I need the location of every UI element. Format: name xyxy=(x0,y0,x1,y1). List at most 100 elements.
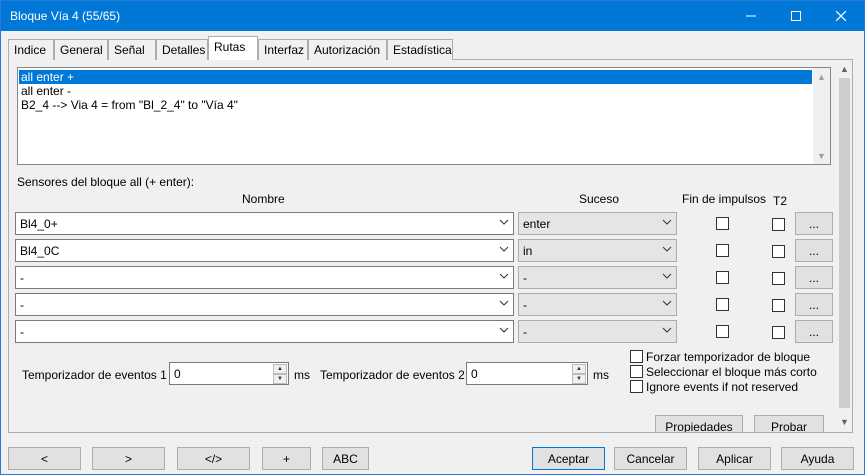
fin-impulsos-checkbox[interactable] xyxy=(716,217,729,230)
chevron-down-icon xyxy=(499,327,509,333)
title-bar: Bloque Vía 4 (55/65) xyxy=(1,1,864,31)
route-item[interactable]: all enter + xyxy=(19,70,812,84)
chevron-down-icon xyxy=(662,273,672,279)
sensor-event-value: in xyxy=(523,244,533,258)
column-nombre: Nombre xyxy=(242,192,285,206)
chevron-down-icon xyxy=(499,246,509,252)
tab-autorizacion[interactable]: Autorización xyxy=(308,39,387,60)
sensor-event-value: - xyxy=(523,271,527,285)
forzar-checkbox[interactable] xyxy=(630,350,643,363)
sensor-event-combo[interactable]: - xyxy=(518,293,677,316)
sensor-event-value: - xyxy=(523,298,527,312)
fin-impulsos-checkbox[interactable] xyxy=(716,244,729,257)
sensor-name-combo[interactable]: - xyxy=(15,293,514,316)
column-suceso: Suceso xyxy=(579,192,620,206)
scroll-up-icon[interactable]: ▲ xyxy=(813,68,830,85)
sensor-name-combo[interactable]: - xyxy=(15,320,514,343)
t2-checkbox[interactable] xyxy=(772,299,785,312)
sensor-event-combo[interactable]: - xyxy=(518,266,677,289)
timer1-unit: ms xyxy=(294,368,310,382)
sensor-name-combo[interactable]: Bl4_0+ xyxy=(15,212,514,235)
sensor-event-combo[interactable]: in xyxy=(518,239,677,262)
next-button[interactable]: > xyxy=(92,447,165,470)
maximize-icon xyxy=(790,11,801,21)
spin-down-icon[interactable]: ▼ xyxy=(572,374,586,384)
sensor-name-value: - xyxy=(20,298,24,312)
chevron-down-icon xyxy=(499,273,509,279)
routes-list[interactable]: all enter + all enter - B2_4 --> Via 4 =… xyxy=(17,67,831,165)
sensor-more-button[interactable]: ... xyxy=(795,239,833,262)
column-fin-impulsos: Fin de impulsos xyxy=(682,192,767,206)
sensor-name-value: - xyxy=(20,325,24,339)
t2-checkbox[interactable] xyxy=(772,245,785,258)
timer1-value: 0 xyxy=(174,367,181,381)
seleccionar-checkbox[interactable] xyxy=(630,365,643,378)
t2-checkbox[interactable] xyxy=(772,218,785,231)
chevron-down-icon xyxy=(662,219,672,225)
close-button[interactable] xyxy=(818,1,863,31)
sensors-heading: Sensores del bloque all (+ enter): xyxy=(17,175,195,189)
sensor-event-combo[interactable]: - xyxy=(518,320,677,343)
spin-down-icon[interactable]: ▼ xyxy=(273,374,287,384)
seleccionar-label: Seleccionar el bloque más corto xyxy=(646,365,817,379)
sensor-more-button[interactable]: ... xyxy=(795,212,833,235)
sensor-event-combo[interactable]: enter xyxy=(518,212,677,235)
abc-button[interactable]: ABC xyxy=(322,447,369,470)
ignore-checkbox[interactable] xyxy=(630,380,643,393)
fin-impulsos-checkbox[interactable] xyxy=(716,325,729,338)
fin-impulsos-checkbox[interactable] xyxy=(716,271,729,284)
minimize-icon xyxy=(745,15,756,17)
panel-scrollbar[interactable]: ▲ ▼ xyxy=(837,61,852,431)
route-item[interactable]: B2_4 --> Via 4 = from "Bl_2_4" to "Vía 4… xyxy=(19,98,812,112)
aplicar-button[interactable]: Aplicar xyxy=(698,447,771,470)
timer1-input[interactable]: 0 ▲ ▼ xyxy=(169,362,289,385)
probar-button[interactable]: Probar xyxy=(754,415,824,432)
cancelar-button[interactable]: Cancelar xyxy=(614,447,687,470)
add-button[interactable]: + xyxy=(262,447,311,470)
timer2-value: 0 xyxy=(471,367,478,381)
sensor-event-value: enter xyxy=(523,217,551,231)
code-button[interactable]: </> xyxy=(177,447,250,470)
ayuda-button[interactable]: Ayuda xyxy=(781,447,854,470)
ignore-label: Ignore events if not reserved xyxy=(646,380,799,394)
minimize-button[interactable] xyxy=(728,1,773,31)
scroll-down-icon[interactable]: ▼ xyxy=(837,414,852,429)
timer2-label: Temporizador de eventos 2 xyxy=(320,368,465,382)
scroll-thumb[interactable] xyxy=(839,78,850,408)
t2-checkbox[interactable] xyxy=(772,326,785,339)
sensor-name-combo[interactable]: Bl4_0C xyxy=(15,239,514,262)
aceptar-button[interactable]: Aceptar xyxy=(532,447,605,470)
spin-up-icon[interactable]: ▲ xyxy=(572,364,586,374)
timer2-unit: ms xyxy=(593,368,609,382)
scroll-up-icon[interactable]: ▲ xyxy=(837,61,852,76)
sensor-more-button[interactable]: ... xyxy=(795,266,833,289)
spin-up-icon[interactable]: ▲ xyxy=(273,364,287,374)
tab-rutas[interactable]: Rutas xyxy=(208,36,258,60)
timer2-input[interactable]: 0 ▲ ▼ xyxy=(466,362,588,385)
route-item[interactable]: all enter - xyxy=(19,84,812,98)
sensor-name-value: Bl4_0+ xyxy=(20,217,58,231)
sensor-more-button[interactable]: ... xyxy=(795,293,833,316)
routes-scrollbar[interactable]: ▲ ▼ xyxy=(813,68,830,164)
panel-button-row: Propiedades Probar xyxy=(9,410,836,432)
timer1-label: Temporizador de eventos 1 xyxy=(22,368,167,382)
sensor-name-combo[interactable]: - xyxy=(15,266,514,289)
tab-detalles[interactable]: Detalles xyxy=(156,39,208,60)
sensor-name-value: - xyxy=(20,271,24,285)
maximize-button[interactable] xyxy=(773,1,818,31)
prev-button[interactable]: < xyxy=(8,447,81,470)
tab-general[interactable]: General xyxy=(54,39,108,60)
sensor-more-button[interactable]: ... xyxy=(795,320,833,343)
fin-impulsos-checkbox[interactable] xyxy=(716,298,729,311)
sensor-name-value: Bl4_0C xyxy=(20,244,60,258)
forzar-label: Forzar temporizador de bloque xyxy=(646,350,811,364)
tab-indice[interactable]: Indice xyxy=(8,39,54,60)
propiedades-button[interactable]: Propiedades xyxy=(655,415,743,432)
tab-senal[interactable]: Señal xyxy=(108,39,156,60)
window-title: Bloque Vía 4 (55/65) xyxy=(10,9,121,23)
tab-estadistica[interactable]: Estadística xyxy=(387,39,453,60)
scroll-down-icon[interactable]: ▼ xyxy=(813,147,830,164)
t2-checkbox[interactable] xyxy=(772,272,785,285)
tab-interfaz[interactable]: Interfaz xyxy=(258,39,308,60)
chevron-down-icon xyxy=(662,327,672,333)
